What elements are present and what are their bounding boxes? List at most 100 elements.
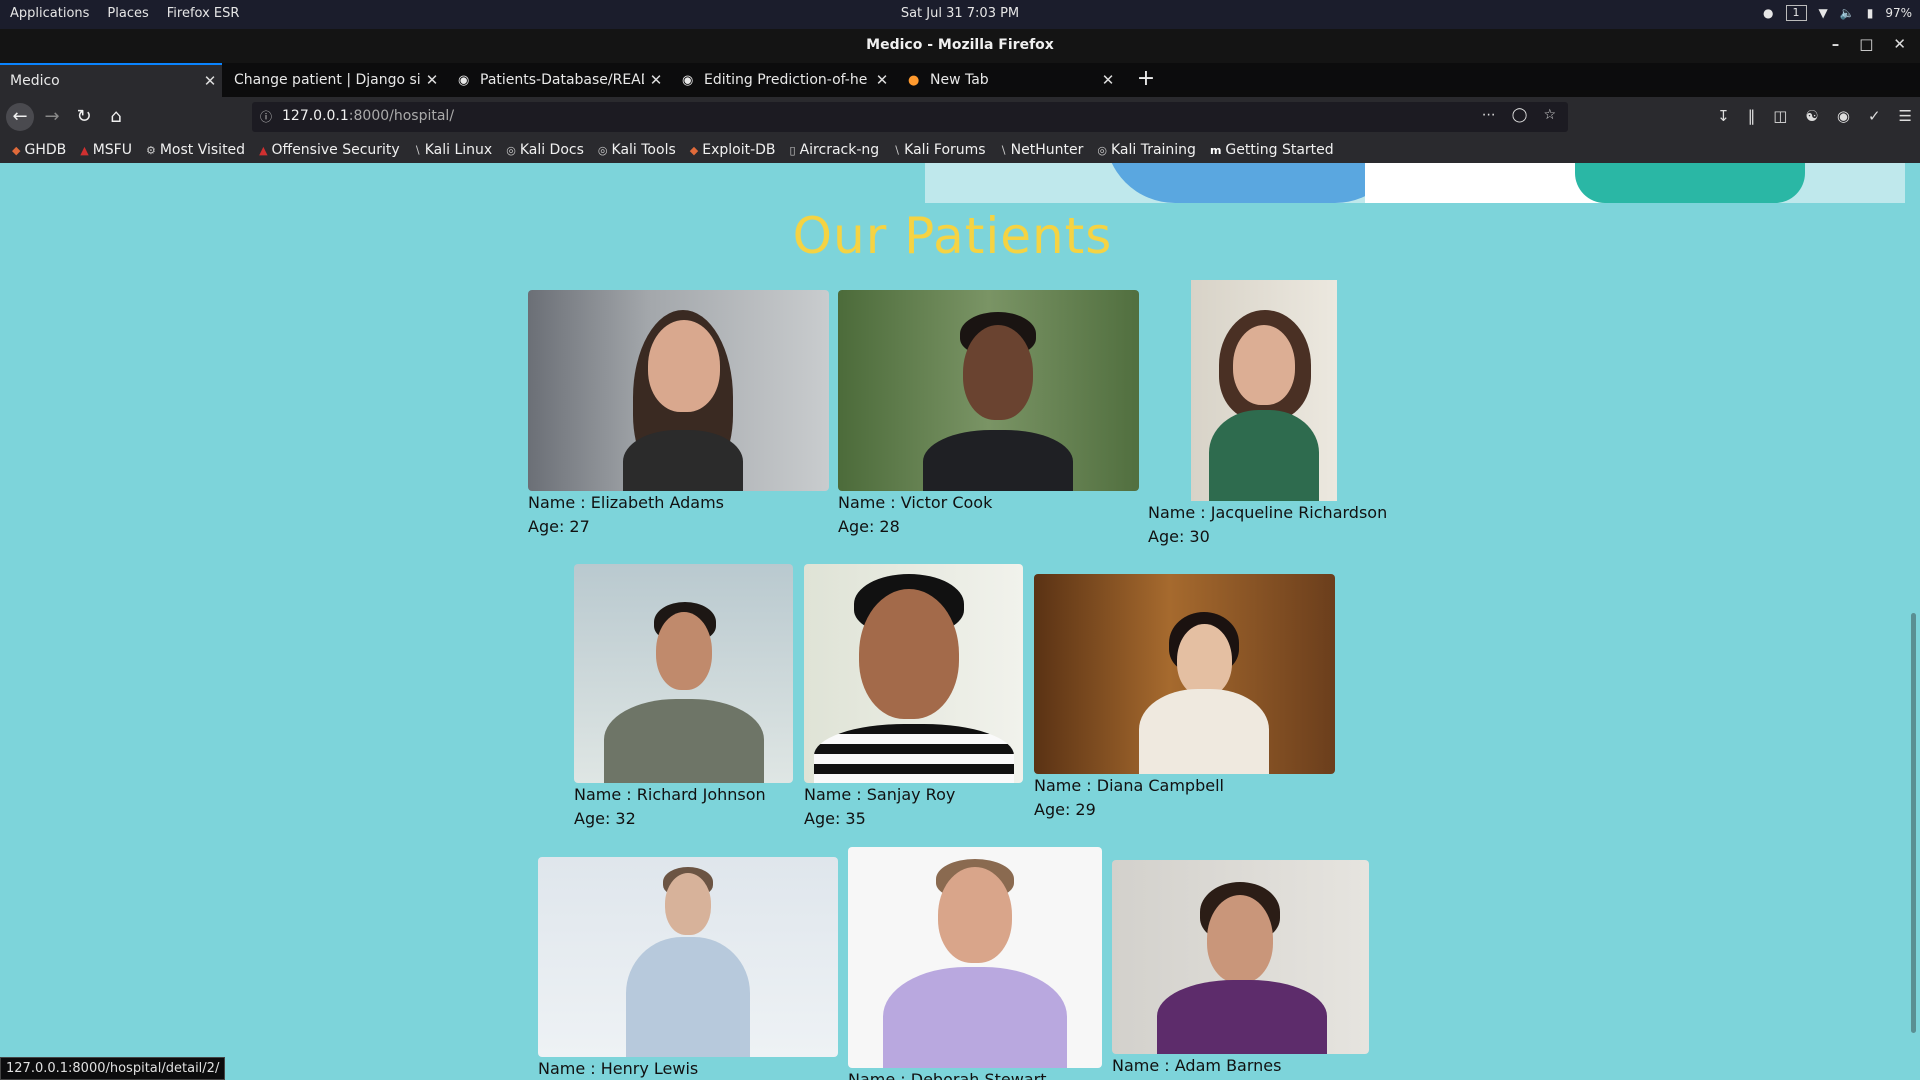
tab-change-patient[interactable]: Change patient | Django site ✕ bbox=[224, 63, 444, 97]
system-top-bar: Applications Places Firefox ESR Sat Jul … bbox=[0, 0, 1920, 29]
exploit-db-icon: ◆ bbox=[12, 143, 21, 157]
close-tab-icon[interactable]: ✕ bbox=[644, 71, 668, 89]
patient-photo[interactable] bbox=[1191, 280, 1337, 501]
patient-photo[interactable] bbox=[838, 290, 1139, 491]
workspace-indicator[interactable]: 1 bbox=[1785, 5, 1807, 21]
patient-age: Age: 35 bbox=[804, 809, 866, 828]
globe-icon: ◎ bbox=[1097, 143, 1107, 157]
bookmark-exploit-db[interactable]: ◆ Exploit-DB bbox=[690, 142, 776, 158]
patient-card[interactable]: Name : Sanjay Roy Age: 35 bbox=[804, 564, 1023, 831]
bookmark-star-icon[interactable]: ☆ bbox=[1543, 107, 1556, 123]
kali-dragon-icon: ∖ bbox=[999, 143, 1007, 157]
close-tab-icon[interactable]: ✕ bbox=[870, 71, 894, 89]
navigation-bar: ← → ↻ ⌂ ⓘ 127.0.0.1:8000/hospital/ ⋯ ◯ ☆… bbox=[0, 97, 1920, 137]
patient-age: Age: 28 bbox=[838, 517, 900, 536]
patient-photo[interactable] bbox=[528, 290, 829, 491]
site-info-icon[interactable]: ⓘ bbox=[260, 108, 272, 125]
reload-icon[interactable]: ↻ bbox=[70, 103, 98, 131]
back-arrow-icon[interactable]: ← bbox=[6, 103, 34, 131]
battery-percent: 97% bbox=[1885, 6, 1912, 20]
patient-name: Name : Elizabeth Adams bbox=[528, 493, 725, 512]
m-logo-icon: m bbox=[1209, 143, 1222, 157]
patient-card[interactable]: Name : Jacqueline Richardson Age: 30 bbox=[1148, 280, 1387, 549]
battery-icon[interactable]: ▮ bbox=[1867, 6, 1874, 20]
patient-name: Name : Richard Johnson bbox=[574, 785, 766, 804]
patient-name: Name : Victor Cook bbox=[838, 493, 993, 512]
pocket-icon[interactable]: ◯ bbox=[1512, 107, 1528, 123]
forward-arrow-icon[interactable]: → bbox=[38, 103, 66, 131]
scrollbar-thumb[interactable] bbox=[1911, 613, 1916, 1033]
page-actions-icon[interactable]: ⋯ bbox=[1482, 107, 1496, 123]
link-status-tooltip: 127.0.0.1:8000/hospital/detail/2/ bbox=[0, 1057, 226, 1080]
library-icon[interactable]: ‖ bbox=[1748, 107, 1756, 125]
patient-card[interactable]: Name : Diana Campbell Age: 29 bbox=[1034, 574, 1335, 822]
page-scrollbar[interactable] bbox=[1905, 163, 1920, 1080]
close-tab-icon[interactable]: ✕ bbox=[1096, 71, 1120, 89]
tab-medico[interactable]: Medico ✕ bbox=[0, 63, 222, 97]
bookmark-msfu[interactable]: ▲ MSFU bbox=[80, 142, 132, 158]
kali-dragon-icon: ∖ bbox=[413, 143, 421, 157]
patient-photo[interactable] bbox=[804, 564, 1023, 783]
bookmark-aircrack-ng[interactable]: ▯ Aircrack-ng bbox=[790, 142, 880, 158]
bookmark-kali-docs[interactable]: ◎ Kali Docs bbox=[506, 142, 584, 158]
patient-card[interactable]: Name : Adam Barnes bbox=[1112, 860, 1369, 1078]
globe-icon: ◎ bbox=[597, 143, 608, 157]
patient-photo[interactable] bbox=[1112, 860, 1369, 1054]
patient-name: Name : Adam Barnes bbox=[1112, 1056, 1282, 1075]
github-icon: ◉ bbox=[458, 72, 470, 88]
hero-banner-image bbox=[925, 163, 1905, 203]
hamburger-menu-icon[interactable]: ☰ bbox=[1899, 107, 1912, 125]
aircrack-icon: ▯ bbox=[789, 143, 796, 157]
patient-age: Age: 29 bbox=[1034, 800, 1096, 819]
bookmark-kali-forums[interactable]: ∖ Kali Forums bbox=[893, 142, 985, 158]
wifi-icon[interactable]: ▼ bbox=[1819, 6, 1828, 20]
downloads-icon[interactable]: ↧ bbox=[1717, 107, 1730, 125]
tab-title: Patients-Database/READ bbox=[480, 72, 644, 88]
bookmark-offensive-security[interactable]: ▲ Offensive Security bbox=[259, 142, 400, 158]
tab-editing-prediction[interactable]: ◉ Editing Prediction-of-he ✕ bbox=[672, 63, 894, 97]
close-tab-icon[interactable]: ✕ bbox=[420, 71, 444, 89]
tab-patients-database[interactable]: ◉ Patients-Database/READ ✕ bbox=[448, 63, 668, 97]
volume-icon[interactable]: 🔈 bbox=[1840, 6, 1855, 20]
patient-photo[interactable] bbox=[574, 564, 793, 783]
account-icon[interactable]: ◉ bbox=[1837, 107, 1850, 125]
bookmark-nethunter[interactable]: ∖ NetHunter bbox=[1000, 142, 1084, 158]
patient-card[interactable]: Name : Elizabeth Adams Age: 27 bbox=[528, 290, 829, 539]
close-tab-icon[interactable]: ✕ bbox=[198, 72, 222, 90]
bookmark-ghdb[interactable]: ◆ GHDB bbox=[12, 142, 66, 158]
close-window-icon[interactable]: ✕ bbox=[1893, 35, 1906, 53]
patient-photo[interactable] bbox=[1034, 574, 1335, 774]
extension-tool-icon[interactable]: ✓ bbox=[1868, 107, 1881, 125]
maximize-icon[interactable]: □ bbox=[1859, 35, 1873, 53]
sidebar-icon[interactable]: ◫ bbox=[1773, 107, 1787, 125]
bookmark-kali-training[interactable]: ◎ Kali Training bbox=[1097, 142, 1196, 158]
page-heading: Our Patients bbox=[792, 207, 1113, 265]
patient-card[interactable]: Name : Deborah Stewart bbox=[848, 847, 1102, 1080]
extension-icon[interactable]: ☯ bbox=[1805, 107, 1818, 125]
clock[interactable]: Sat Jul 31 7:03 PM bbox=[0, 6, 1920, 21]
bookmark-most-visited[interactable]: ⚙ Most Visited bbox=[146, 142, 245, 158]
window-title-bar: Medico - Mozilla Firefox – □ ✕ bbox=[0, 29, 1920, 63]
patient-card[interactable]: Name : Richard Johnson Age: 32 bbox=[574, 564, 793, 831]
exploit-db-icon: ◆ bbox=[689, 143, 699, 157]
patient-card[interactable]: Name : Victor Cook Age: 28 bbox=[838, 290, 1139, 539]
bookmark-getting-started[interactable]: m Getting Started bbox=[1210, 142, 1334, 158]
patient-name: Name : Deborah Stewart bbox=[848, 1070, 1047, 1080]
patient-photo[interactable] bbox=[848, 847, 1102, 1068]
bookmark-kali-linux[interactable]: ∖ Kali Linux bbox=[414, 142, 492, 158]
tab-title: Editing Prediction-of-he bbox=[704, 72, 868, 88]
new-tab-plus-icon[interactable]: + bbox=[1132, 66, 1160, 94]
bookmark-kali-tools[interactable]: ◎ Kali Tools bbox=[598, 142, 676, 158]
network-users-icon[interactable]: ● bbox=[1763, 6, 1773, 20]
patient-card[interactable]: Name : Henry Lewis bbox=[538, 857, 838, 1080]
tab-strip: Medico ✕ Change patient | Django site ✕ … bbox=[0, 63, 1920, 97]
address-bar[interactable]: ⓘ 127.0.0.1:8000/hospital/ ⋯ ◯ ☆ bbox=[252, 102, 1568, 132]
home-icon[interactable]: ⌂ bbox=[102, 103, 130, 131]
minimize-icon[interactable]: – bbox=[1832, 35, 1840, 53]
address-url[interactable]: 127.0.0.1:8000/hospital/ bbox=[282, 108, 454, 124]
tab-title: Medico bbox=[10, 73, 60, 89]
patient-photo[interactable] bbox=[538, 857, 838, 1057]
firefox-icon: ● bbox=[908, 72, 920, 88]
offsec-icon: ▲ bbox=[80, 143, 89, 157]
tab-new-tab[interactable]: ● New Tab ✕ bbox=[898, 63, 1120, 97]
